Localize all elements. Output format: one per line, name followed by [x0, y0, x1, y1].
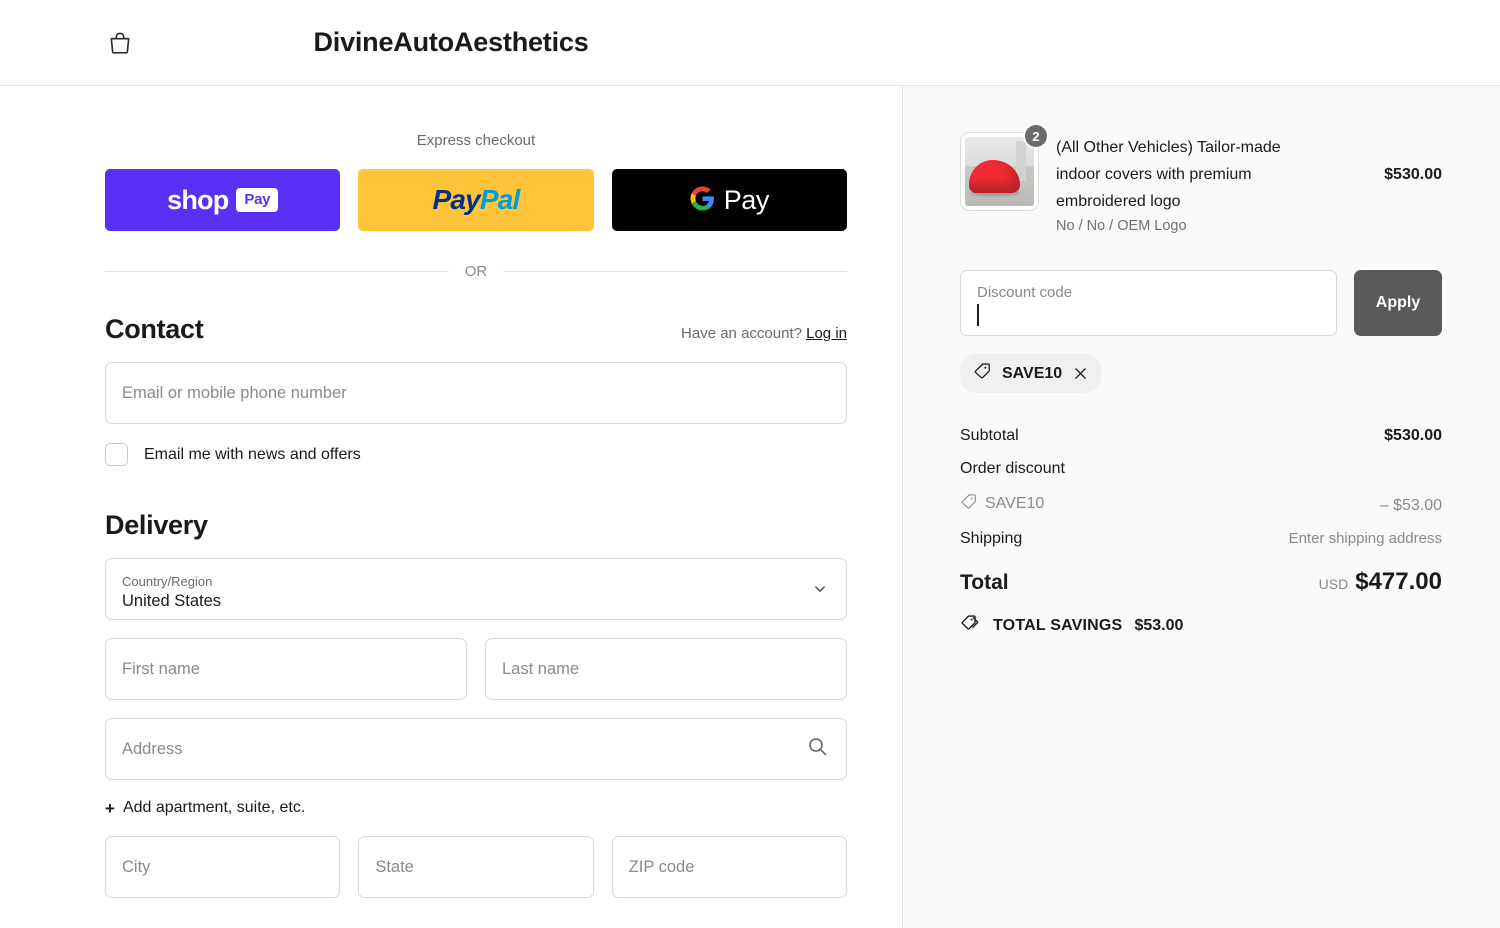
- discount-code-cell: SAVE10: [960, 493, 1044, 515]
- discount-code-name: SAVE10: [985, 495, 1045, 512]
- remove-discount-icon[interactable]: [1073, 366, 1088, 381]
- email-placeholder: Email or mobile phone number: [122, 383, 347, 402]
- google-pay-logo: Pay: [690, 185, 769, 216]
- newsletter-label: Email me with news and offers: [144, 445, 361, 463]
- shop-pay-button[interactable]: shop Pay: [105, 169, 341, 231]
- subtotal-value: $530.00: [1384, 427, 1442, 444]
- google-pay-button[interactable]: Pay: [611, 169, 847, 231]
- checkout-main: Express checkout shop Pay PayPal Pay OR …: [0, 86, 902, 928]
- email-field[interactable]: Email or mobile phone number: [105, 362, 847, 424]
- product-thumbnail-wrap: 2: [960, 123, 1049, 211]
- tag-icon: [973, 362, 991, 385]
- red-car-cover: [969, 160, 1021, 193]
- shop-pay-wordmark: shop: [167, 184, 229, 215]
- express-checkout-buttons: shop Pay PayPal Pay: [105, 169, 847, 231]
- state-placeholder: State: [375, 857, 414, 876]
- total-savings-row: TOTAL SAVINGS $53.00: [960, 613, 1442, 639]
- product-title: (All Other Vehicles) Tailor-made indoor …: [1056, 139, 1281, 210]
- total-row: Total USD $477.00: [960, 568, 1442, 596]
- discount-chip-label: SAVE10: [1002, 364, 1063, 382]
- address-placeholder: Address: [122, 739, 183, 758]
- contact-title: Contact: [105, 314, 204, 344]
- total-value: $477.00: [1355, 568, 1442, 595]
- applied-discount-chip: SAVE10: [960, 354, 1102, 393]
- newsletter-checkbox-row[interactable]: Email me with news and offers: [105, 443, 847, 466]
- total-amount-cell: USD $477.00: [1319, 568, 1442, 596]
- order-discount-row: Order discount: [960, 460, 1442, 478]
- country-label: Country/Region: [122, 574, 213, 589]
- total-savings-label: TOTAL SAVINGS: [993, 617, 1123, 634]
- last-name-placeholder: Last name: [502, 659, 580, 678]
- paypal-word-pal: Pal: [479, 184, 520, 215]
- product-details: (All Other Vehicles) Tailor-made indoor …: [1056, 132, 1367, 234]
- address-field[interactable]: Address: [105, 718, 847, 780]
- divider-line-left: [105, 271, 449, 272]
- text-cursor: [977, 304, 979, 326]
- country-select[interactable]: Country/Region United States: [105, 558, 847, 620]
- plus-icon: +: [105, 798, 115, 818]
- shop-pay-logo: shop Pay: [167, 184, 279, 216]
- city-placeholder: City: [122, 857, 151, 876]
- order-line-item: 2 (All Other Vehicles) Tailor-made indoo…: [960, 123, 1442, 234]
- google-pay-wordmark: Pay: [723, 184, 770, 215]
- order-discount-label: Order discount: [960, 460, 1065, 477]
- paypal-button[interactable]: PayPal: [358, 169, 594, 231]
- discount-amount: – $53.00: [1379, 497, 1442, 514]
- discount-code-placeholder: Discount code: [977, 284, 1073, 301]
- product-price: $530.00: [1384, 166, 1442, 183]
- paypal-logo: PayPal: [432, 184, 520, 216]
- quantity-badge: 2: [1023, 123, 1049, 149]
- delivery-header: Delivery: [105, 510, 847, 541]
- subtotal-row: Subtotal $530.00: [960, 427, 1442, 445]
- state-field[interactable]: State: [358, 836, 594, 898]
- total-savings-value: $53.00: [1134, 617, 1184, 634]
- shipping-value: Enter shipping address: [1288, 530, 1442, 547]
- city-field[interactable]: City: [105, 836, 341, 898]
- account-prompt: Have an account? Log in: [681, 325, 847, 342]
- shipping-label: Shipping: [960, 530, 1023, 547]
- order-totals: Subtotal $530.00 Order discount SAVE10 –…: [960, 427, 1442, 639]
- subtotal-label: Subtotal: [960, 427, 1019, 444]
- last-name-field[interactable]: Last name: [485, 638, 847, 700]
- discount-code-row: SAVE10 – $53.00: [960, 493, 1442, 515]
- city-state-zip-row: City State ZIP code: [105, 836, 847, 898]
- country-value: United States: [122, 592, 222, 610]
- tag-icon-small: [960, 493, 977, 515]
- zip-field[interactable]: ZIP code: [611, 836, 847, 898]
- currency-code: USD: [1318, 576, 1349, 592]
- total-label: Total: [960, 571, 1009, 594]
- shop-title: DivineAutoAesthetics: [313, 27, 589, 57]
- add-apartment-link[interactable]: + Add apartment, suite, etc.: [105, 799, 847, 817]
- login-link[interactable]: Log in: [806, 325, 847, 342]
- chevron-down-icon: [812, 581, 828, 597]
- shipping-row: Shipping Enter shipping address: [960, 530, 1442, 548]
- newsletter-checkbox[interactable]: [105, 443, 128, 466]
- discount-row: Discount code Apply: [960, 270, 1442, 336]
- or-label: OR: [464, 263, 488, 280]
- car-cover-photo: [965, 137, 1034, 206]
- order-summary-panel: 2 (All Other Vehicles) Tailor-made indoo…: [902, 86, 1500, 928]
- first-name-placeholder: First name: [122, 659, 200, 678]
- site-header: DivineAutoAesthetics: [0, 0, 1500, 86]
- apply-discount-button[interactable]: Apply: [1354, 270, 1442, 336]
- product-variant: No / No / OEM Logo: [1056, 218, 1187, 234]
- or-divider: OR: [105, 263, 847, 280]
- delivery-title: Delivery: [105, 510, 208, 540]
- contact-header: Contact Have an account? Log in: [105, 314, 847, 345]
- paypal-word-pay: Pay: [432, 184, 480, 215]
- first-name-field[interactable]: First name: [105, 638, 467, 700]
- express-checkout-label: Express checkout: [416, 132, 536, 149]
- account-prompt-text: Have an account?: [681, 325, 802, 342]
- add-apartment-label: Add apartment, suite, etc.: [122, 799, 306, 816]
- discount-code-input[interactable]: Discount code: [960, 270, 1337, 336]
- google-g-icon: [690, 186, 715, 214]
- zip-placeholder: ZIP code: [628, 857, 695, 876]
- checkout-body: Express checkout shop Pay PayPal Pay OR …: [0, 86, 1500, 928]
- search-icon[interactable]: [807, 736, 828, 762]
- savings-tag-icon: [960, 613, 981, 639]
- divider-line-right: [503, 271, 847, 272]
- name-fields-row: First name Last name: [105, 638, 847, 700]
- shop-pay-pill: Pay: [236, 188, 279, 212]
- shopping-bag-icon[interactable]: [104, 27, 136, 59]
